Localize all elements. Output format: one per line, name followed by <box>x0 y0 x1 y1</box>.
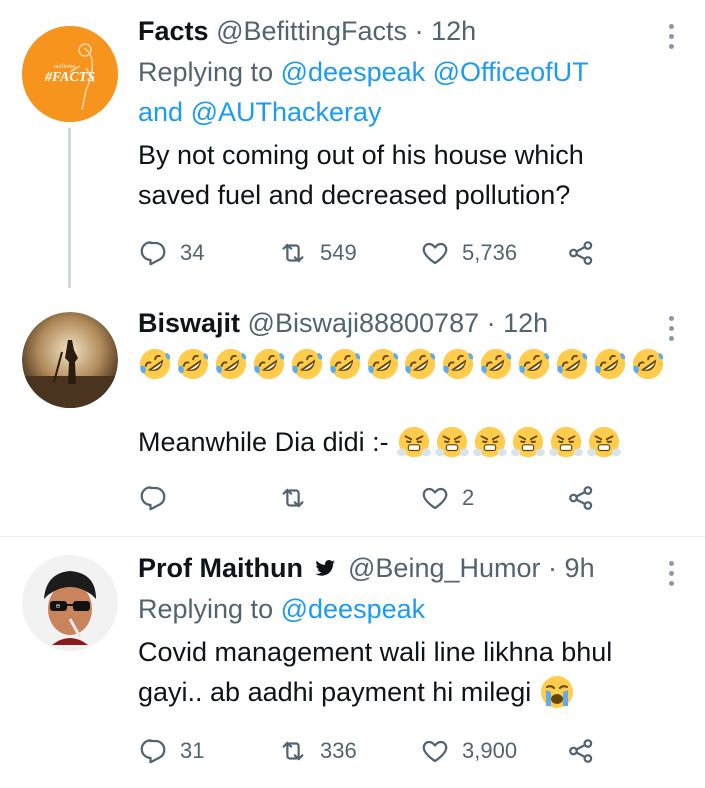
timestamp[interactable]: 12h <box>503 308 548 338</box>
more-options-icon[interactable] <box>667 24 675 54</box>
rolling-on-floor-laughing-icon <box>253 348 284 380</box>
rolling-on-floor-laughing-icon <box>215 348 247 380</box>
mention-link[interactable]: @OfficeofUT <box>433 57 589 87</box>
tweet-header: Biswajit @Biswaji88800787 · 12h <box>138 306 665 340</box>
timestamp[interactable]: 12h <box>431 16 476 46</box>
replying-to: Replying to @deespeak <box>138 589 665 629</box>
retweet-icon <box>282 488 304 508</box>
face-with-steam-icon <box>548 426 583 458</box>
like-count: 5,736 <box>462 240 518 265</box>
like-button[interactable]: 2 <box>420 478 474 518</box>
tweet-text-line: Meanwhile Dia didi :- <box>138 427 389 457</box>
tweet-facts[interactable]: outlining #FACTS Facts @BefittingFacts ·… <box>0 0 705 288</box>
reply-count: 31 <box>180 738 205 763</box>
tweet-text-line: Covid management wali line likhna bhul <box>138 637 613 667</box>
tweet-text: Covid management wali line likhna bhul g… <box>138 632 665 712</box>
heart-icon <box>422 242 448 265</box>
rolling-on-floor-laughing-icon <box>632 348 664 380</box>
rolling-on-floor-laughing-icon <box>519 348 550 380</box>
reply-count: 34 <box>180 240 205 265</box>
tweet-biswajit[interactable]: Biswajit @Biswaji88800787 · 12h Meanwhil… <box>0 290 705 535</box>
mention-link[interactable]: @deespeak <box>281 57 426 87</box>
more-options-icon[interactable] <box>667 316 675 346</box>
share-button[interactable] <box>566 478 596 518</box>
rolling-on-floor-laughing-icon <box>139 348 171 380</box>
retweet-button[interactable]: 336 <box>278 731 357 771</box>
timestamp[interactable]: 9h <box>565 553 595 583</box>
display-name[interactable]: Facts <box>138 16 209 46</box>
face-with-steam-icon <box>396 426 431 458</box>
separator-dot: · <box>414 16 424 46</box>
share-icon <box>569 486 593 510</box>
face-with-steam-icon <box>472 426 507 458</box>
tweet-header: Facts @BefittingFacts · 12h <box>138 14 665 48</box>
retweet-button[interactable] <box>278 478 320 518</box>
retweet-count: 336 <box>320 738 357 763</box>
heart-icon <box>422 487 448 510</box>
retweet-icon <box>282 243 304 263</box>
display-name[interactable]: Biswajit <box>138 308 240 338</box>
rolling-on-floor-laughing-icon <box>557 348 588 380</box>
rolling-on-floor-laughing-icon <box>177 348 209 380</box>
retweet-icon <box>282 741 304 761</box>
avatar[interactable]: Ɵ <box>22 555 118 651</box>
reply-button[interactable]: 34 <box>138 233 204 273</box>
like-count: 2 <box>462 485 475 510</box>
avatar[interactable] <box>22 312 118 408</box>
tweet-text: Meanwhile Dia didi :- <box>138 422 665 462</box>
rolling-on-floor-laughing-icon <box>367 348 398 380</box>
like-count: 3,900 <box>462 738 518 763</box>
reply-icon <box>140 739 166 764</box>
retweet-count: 549 <box>320 240 357 265</box>
rolling-on-floor-laughing-icon <box>594 348 626 380</box>
rolling-on-floor-laughing-icon <box>329 348 360 380</box>
user-handle[interactable]: @Biswaji88800787 <box>248 308 480 338</box>
reply-icon <box>140 486 166 511</box>
more-options-icon[interactable] <box>667 561 675 591</box>
share-button[interactable] <box>566 233 596 273</box>
tweet-text-line: saved fuel and decreased pollution? <box>138 180 571 210</box>
user-handle[interactable]: @BefittingFacts <box>216 16 407 46</box>
replying-to-label: Replying to <box>138 57 274 87</box>
rolling-on-floor-laughing-icon <box>291 348 322 380</box>
reply-button[interactable] <box>138 478 180 518</box>
svg-text:Ɵ: Ɵ <box>56 604 60 610</box>
face-with-steam-icon <box>586 426 621 458</box>
rolling-on-floor-laughing-icon <box>443 348 474 380</box>
retweet-button[interactable]: 549 <box>278 233 357 273</box>
replying-to: Replying to @deespeak @OfficeofUT and @A… <box>138 52 665 132</box>
emoji-trailing <box>396 425 621 459</box>
tweet-text-line: gayi.. ab aadhi payment hi milegi <box>138 677 532 707</box>
like-button[interactable]: 5,736 <box>420 233 517 273</box>
face-with-steam-icon <box>510 426 545 458</box>
rolling-on-floor-laughing-icon <box>405 348 436 380</box>
replying-to-label: Replying to <box>138 594 274 624</box>
heart-icon <box>422 740 448 763</box>
emoji-line <box>138 344 665 384</box>
share-button[interactable] <box>566 731 596 771</box>
face-with-steam-icon <box>434 426 469 458</box>
avatar[interactable]: outlining #FACTS <box>22 26 118 122</box>
separator-dot: · <box>486 308 496 338</box>
mention-link[interactable]: @deespeak <box>281 594 426 624</box>
tweet-header: Prof Maithun @Being_Humor · 9h <box>138 551 665 585</box>
loudly-crying-face-icon <box>539 674 575 710</box>
like-button[interactable]: 3,900 <box>420 731 517 771</box>
share-icon <box>569 241 593 265</box>
user-handle[interactable]: @Being_Humor <box>348 553 541 583</box>
avatar-brand-text: #FACTS <box>44 70 95 85</box>
tweet-text: By not coming out of his house which sav… <box>138 135 665 215</box>
rolling-on-floor-laughing-icon <box>481 348 512 380</box>
separator-dot: · <box>548 553 558 583</box>
tweet-text-line: By not coming out of his house which <box>138 140 584 170</box>
reply-button[interactable]: 31 <box>138 731 204 771</box>
reply-icon <box>140 241 166 266</box>
bird-icon <box>314 560 335 576</box>
display-name[interactable]: Prof Maithun <box>138 553 303 583</box>
replying-and-label: and <box>138 97 184 127</box>
thread-line <box>68 128 71 288</box>
tweet-prof-maithun[interactable]: Ɵ Prof Maithun @Being_Humor · 9h Replyin… <box>0 537 705 788</box>
share-icon <box>569 739 593 763</box>
mention-link[interactable]: @AUThackeray <box>191 97 382 127</box>
